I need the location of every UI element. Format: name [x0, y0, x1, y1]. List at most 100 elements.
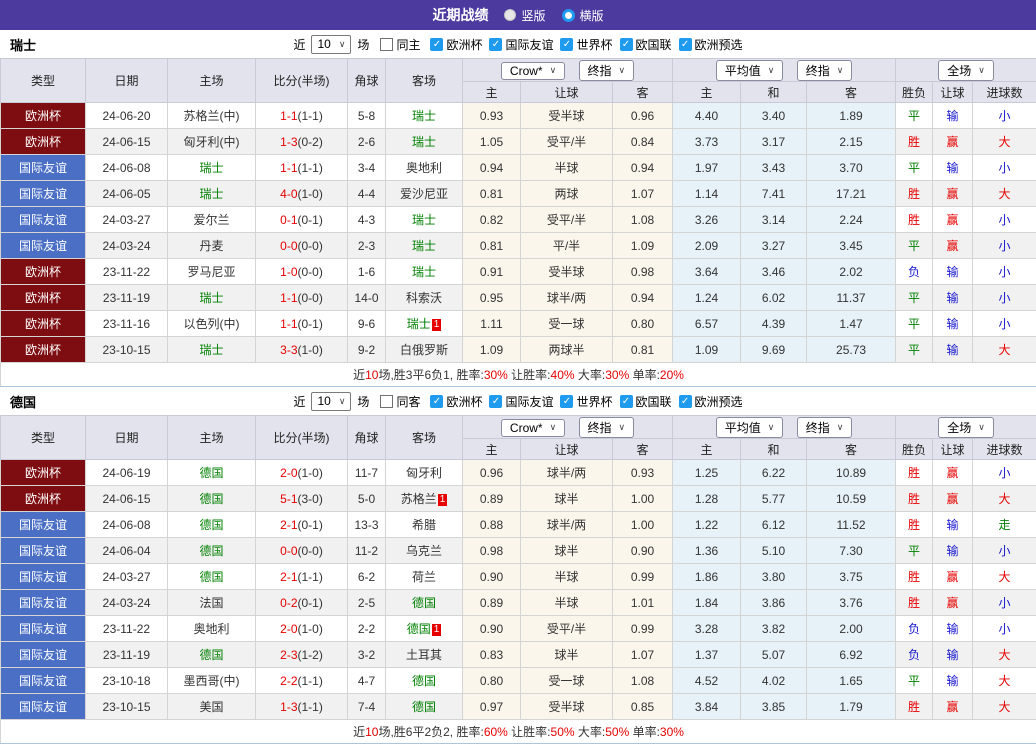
- away-team-cell: 白俄罗斯: [385, 336, 463, 363]
- away-team-cell: 希腊: [385, 511, 463, 538]
- summary-text: 场,胜6平2负2, 胜率:: [378, 725, 484, 739]
- league-label: 世界杯: [576, 37, 613, 52]
- league-type-cell: 国际友谊: [0, 589, 86, 616]
- half-time-score: (1-1): [297, 569, 323, 584]
- league-checkbox[interactable]: ✓ 国际友谊: [489, 36, 553, 53]
- handicap-away-odds: 0.98: [611, 258, 674, 285]
- final-odds-dropdown[interactable]: 终指 ∨: [578, 59, 635, 81]
- corners-cell: 2-6: [347, 128, 386, 155]
- home-team-name: 瑞士: [199, 343, 224, 357]
- handicap-away-odds: 1.00: [611, 511, 674, 538]
- avg-away-odds: 2.15: [806, 128, 897, 155]
- home-team-cell: 法国: [167, 589, 256, 616]
- result-handicap: 输: [932, 102, 974, 129]
- final-odds-dropdown[interactable]: 终指 ∨: [796, 59, 853, 81]
- away-team-cell: 土耳其: [385, 641, 463, 668]
- handicap-line: 半球: [520, 589, 613, 616]
- match-row: 国际友谊 23-10-18 墨西哥(中) 2-2(1-1) 4-7 德国 0.80 受一球 1.…: [0, 667, 1036, 694]
- corners-cell: 6-2: [347, 563, 386, 590]
- score-cell: 1-1(1-1): [255, 102, 348, 129]
- avg-home-odds: 3.26: [672, 206, 742, 233]
- match-row: 国际友谊 24-06-05 瑞士 4-0(1-0) 4-4 爱沙尼亚 0.81 两球 1.07 1…: [0, 180, 1036, 207]
- recent-count-select[interactable]: 10 ∨: [311, 34, 352, 54]
- handicap-home-odds: 0.88: [462, 511, 521, 538]
- match-row: 欧洲杯 23-11-22 罗马尼亚 1-0(0-0) 1-6 瑞士 0.91 受半球 0.98 3…: [0, 258, 1036, 285]
- chevron-down-icon: ∨: [978, 421, 985, 432]
- home-team-name: 以色列(中): [183, 317, 240, 331]
- avg-draw-odds: 3.82: [740, 615, 808, 642]
- half-time-score: (1-1): [297, 160, 323, 175]
- handicap-line: 半球: [520, 563, 613, 590]
- home-team-name: 德国: [199, 544, 224, 558]
- match-row: 国际友谊 23-10-15 美国 1-3(1-1) 7-4 德国 0.97 受半球 0.85 3.…: [0, 693, 1036, 720]
- full-match-dropdown[interactable]: 全场 ∨: [938, 59, 994, 81]
- average-dropdown[interactable]: 平均值 ∨: [715, 416, 784, 438]
- date-cell: 24-06-08: [85, 154, 168, 181]
- chevron-down-icon: ∨: [836, 64, 844, 75]
- league-checkbox[interactable]: ✓ 欧国联: [619, 36, 672, 53]
- handicap-away-odds: 1.08: [611, 667, 674, 694]
- result-goals: 小: [972, 206, 1036, 233]
- result-wdl: 平: [895, 284, 934, 311]
- result-wdl: 平: [895, 667, 934, 694]
- away-team-cell: 瑞士 1: [385, 310, 463, 337]
- half-time-score: (1-2): [297, 647, 323, 662]
- league-type-cell: 国际友谊: [0, 154, 86, 181]
- result-wdl: 胜: [895, 693, 934, 720]
- result-wdl: 胜: [895, 180, 934, 207]
- league-label: 欧洲杯: [446, 37, 483, 52]
- chevron-down-icon: ∨: [618, 64, 626, 75]
- league-checkbox[interactable]: ✓ 世界杯: [560, 36, 613, 53]
- result-handicap: 赢: [932, 206, 974, 233]
- full-time-score: 1-1: [280, 290, 298, 305]
- average-dropdown[interactable]: 平均值 ∨: [715, 59, 784, 81]
- league-checkbox[interactable]: ✓ 欧洲杯: [430, 36, 482, 53]
- summary-text: 20%: [659, 368, 684, 382]
- recent-count-select[interactable]: 10 ∨: [311, 391, 352, 411]
- score-cell: 2-0(1-0): [255, 615, 348, 642]
- same-venue-checkbox[interactable]: 同客: [380, 393, 420, 410]
- league-checkbox[interactable]: ✓ 欧洲预选: [678, 393, 743, 410]
- league-checkbox[interactable]: ✓ 国际友谊: [489, 393, 553, 410]
- league-checkbox[interactable]: ✓ 世界杯: [560, 393, 613, 410]
- result-wdl: 胜: [895, 485, 934, 512]
- summary-text: 50%: [605, 725, 630, 739]
- full-match-dropdown[interactable]: 全场 ∨: [938, 416, 994, 438]
- score-cell: 0-0(0-0): [255, 232, 348, 259]
- score-cell: 2-1(1-1): [255, 563, 348, 590]
- avg-away-odds: 25.73: [806, 336, 897, 363]
- avg-away-odds: 3.70: [806, 154, 897, 181]
- date-cell: 24-06-20: [85, 102, 168, 129]
- full-time-score: 2-1: [280, 517, 298, 532]
- home-team-cell: 德国: [167, 511, 256, 538]
- same-venue-checkbox[interactable]: 同主: [380, 36, 420, 53]
- away-team-name: 奥地利: [405, 161, 442, 175]
- league-type-cell: 国际友谊: [0, 180, 86, 207]
- date-cell: 23-11-19: [85, 284, 168, 311]
- home-team-name: 匈牙利(中): [183, 135, 240, 149]
- final-odds-dropdown[interactable]: 终指 ∨: [796, 416, 853, 438]
- league-checkbox[interactable]: ✓ 欧国联: [619, 393, 672, 410]
- final-odds-dropdown[interactable]: 终指 ∨: [578, 416, 635, 438]
- rank-badge: 1: [437, 494, 448, 506]
- corners-cell: 5-8: [347, 102, 386, 129]
- handicap-away-odds: 1.08: [611, 206, 674, 233]
- horizontal-layout-radio[interactable]: 横版: [561, 7, 604, 24]
- score-cell: 2-2(1-1): [255, 667, 348, 694]
- summary-text: 单率:: [629, 368, 660, 382]
- result-wdl: 胜: [895, 563, 934, 590]
- col-avg-home: 主: [672, 438, 742, 460]
- half-time-score: (3-0): [297, 491, 323, 506]
- league-checkbox[interactable]: ✓ 欧洲预选: [678, 36, 743, 53]
- avg-draw-odds: 3.80: [740, 563, 808, 590]
- league-label: 欧洲预选: [694, 37, 743, 52]
- avg-away-odds: 2.00: [806, 615, 897, 642]
- avg-draw-odds: 3.85: [740, 693, 808, 720]
- avg-away-odds: 1.79: [806, 693, 897, 720]
- bookmaker-dropdown[interactable]: Crow* ∨: [500, 61, 566, 80]
- bookmaker-dropdown[interactable]: Crow* ∨: [500, 418, 566, 437]
- vertical-layout-radio[interactable]: 竖版: [504, 7, 546, 24]
- league-checkbox[interactable]: ✓ 欧洲杯: [430, 393, 482, 410]
- avg-home-odds: 3.84: [672, 693, 742, 720]
- team-section: 德国 近 10 ∨ 场 同客 ✓ 欧洲杯 ✓ 国际友谊 ✓ 世界杯 ✓ 欧国联 ✓ 欧洲预选 类型…: [0, 387, 1036, 744]
